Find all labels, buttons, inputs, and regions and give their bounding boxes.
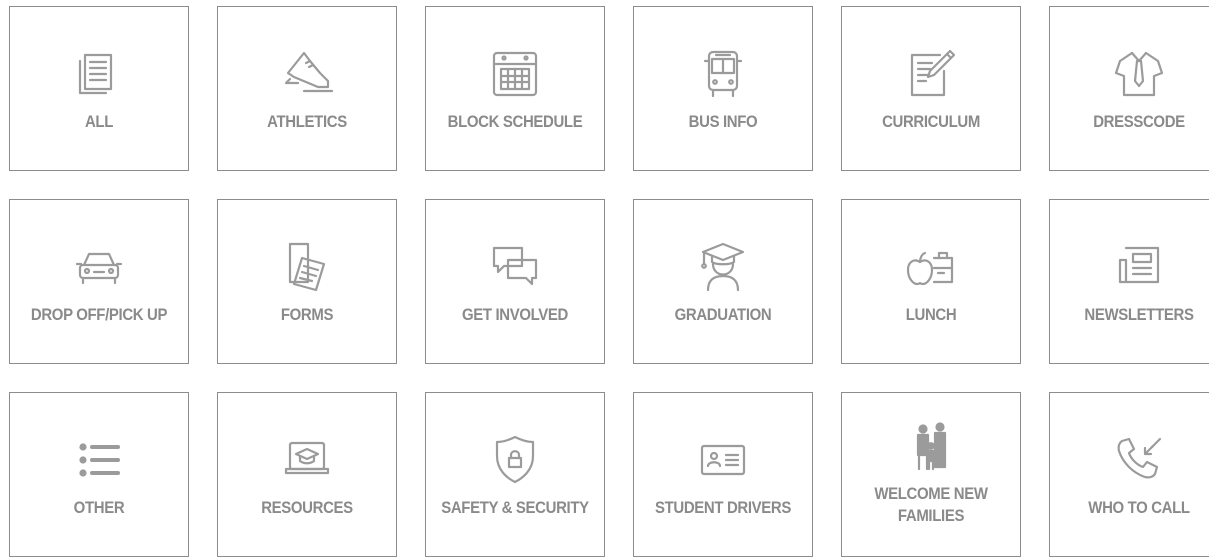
tile-welcome-new-families[interactable]: WELCOME NEW FAMILIES (841, 392, 1021, 557)
tile-safety-security[interactable]: SAFETY & SECURITY (425, 392, 605, 557)
tile-label: BLOCK SCHEDULE (447, 112, 583, 131)
tile-other[interactable]: OTHER (9, 392, 189, 557)
tile-block-schedule[interactable]: BLOCK SCHEDULE (425, 6, 605, 171)
tile-lunch[interactable]: LUNCH (841, 199, 1021, 364)
tile-graduation[interactable]: GRADUATION (633, 199, 813, 364)
tile-label: FORMS (280, 305, 334, 324)
clipboard-pencil-icon (842, 47, 1020, 101)
list-icon (10, 433, 188, 487)
tile-label: STUDENT DRIVERS (654, 498, 792, 517)
tile-label: RESOURCES (261, 498, 353, 517)
tile-label: WELCOME NEW FAMILIES (874, 484, 988, 525)
family-icon (842, 421, 1020, 475)
tile-label: NEWSLETTERS (1084, 305, 1194, 324)
newspaper-icon (1050, 240, 1209, 294)
tile-label: SAFETY & SECURITY (441, 498, 589, 517)
shield-lock-icon (426, 433, 604, 487)
shirt-tie-icon (1050, 47, 1209, 101)
tile-bus-info[interactable]: BUS INFO (633, 6, 813, 171)
tile-label: WHO TO CALL (1088, 498, 1190, 517)
sneaker-icon (218, 47, 396, 101)
tile-get-involved[interactable]: GET INVOLVED (425, 199, 605, 364)
tile-label: LUNCH (905, 305, 957, 324)
tile-resources[interactable]: RESOURCES (217, 392, 397, 557)
tile-who-to-call[interactable]: WHO TO CALL (1049, 392, 1209, 557)
apple-lunchbox-icon (842, 240, 1020, 294)
tile-drop-off-pick-up[interactable]: DROP OFF/PICK UP (9, 199, 189, 364)
phone-call-icon (1050, 433, 1209, 487)
calendar-icon (426, 47, 604, 101)
category-tile-grid: ALL ATHLETICS BLOCK SCHEDULE BUS INFO CU… (9, 6, 1209, 557)
tile-all[interactable]: ALL (9, 6, 189, 171)
id-card-icon (634, 433, 812, 487)
bus-icon (634, 47, 812, 101)
tile-label: ALL (84, 112, 114, 131)
tile-athletics[interactable]: ATHLETICS (217, 6, 397, 171)
laptop-graduation-cap-icon (218, 433, 396, 487)
tile-label: CURRICULUM (882, 112, 980, 131)
tile-student-drivers[interactable]: STUDENT DRIVERS (633, 392, 813, 557)
tile-label: BUS INFO (688, 112, 758, 131)
tile-label: OTHER (73, 498, 125, 517)
tile-forms[interactable]: FORMS (217, 199, 397, 364)
graduate-icon (634, 240, 812, 294)
tile-label: GET INVOLVED (461, 305, 569, 324)
tile-label: GRADUATION (674, 305, 772, 324)
forms-icon (218, 240, 396, 294)
tile-label: ATHLETICS (267, 112, 347, 131)
tile-dresscode[interactable]: DRESSCODE (1049, 6, 1209, 171)
tile-label: DROP OFF/PICK UP (30, 305, 168, 324)
documents-icon (10, 47, 188, 101)
chat-bubbles-icon (426, 240, 604, 294)
tile-curriculum[interactable]: CURRICULUM (841, 6, 1021, 171)
tile-label: DRESSCODE (1093, 112, 1185, 131)
car-icon (10, 240, 188, 294)
tile-newsletters[interactable]: NEWSLETTERS (1049, 199, 1209, 364)
